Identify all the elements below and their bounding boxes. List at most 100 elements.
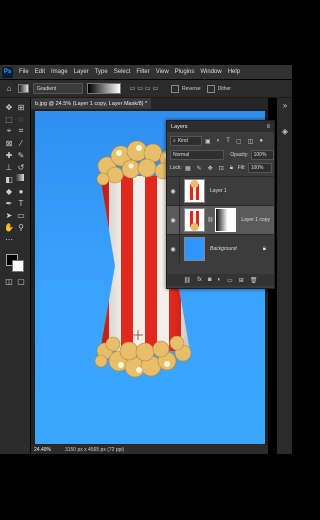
- healing-brush-icon[interactable]: ✚: [4, 150, 14, 160]
- layer-name[interactable]: Background: [210, 246, 237, 252]
- opacity-label: Opacity:: [230, 152, 249, 158]
- move-tool-icon[interactable]: ✥: [4, 102, 14, 112]
- dither-checkbox[interactable]: [206, 84, 215, 93]
- layer-name[interactable]: Layer 1 copy: [241, 217, 270, 223]
- folder-icon[interactable]: ▭: [227, 277, 233, 284]
- layers-panel-title[interactable]: Layers: [171, 124, 188, 130]
- crop-tool-icon[interactable]: ⌗: [16, 126, 26, 136]
- eye-icon[interactable]: ◉: [167, 177, 180, 205]
- search-icon: ⌕: [173, 138, 176, 144]
- path-select-icon[interactable]: ➤: [4, 210, 14, 220]
- hand-tool-icon[interactable]: ✋: [4, 222, 14, 232]
- zoom-tool-icon[interactable]: ⚲: [16, 222, 26, 232]
- layers-footer: ⛓ fx ◙ ◐ ▭ ⊞ 🗑︎: [167, 274, 274, 286]
- lock-row: Lock: ▦ ✎ ✥ ⊡ 🔒︎ Fill: 100%: [167, 163, 274, 173]
- adjustment-layer-icon[interactable]: ◐: [217, 277, 221, 283]
- document-tab[interactable]: b.jpg @ 24.5% (Layer 1 copy, Layer Mask/…: [31, 98, 152, 109]
- marquee-tool-icon[interactable]: ⬚: [4, 114, 14, 124]
- mask-icon[interactable]: ◙: [208, 277, 212, 283]
- reverse-label: Reverse: [182, 85, 201, 92]
- blend-row: Normal Opacity: 100%: [167, 150, 274, 160]
- blend-mode-select[interactable]: Normal: [170, 150, 225, 160]
- type-tool-icon[interactable]: T: [16, 198, 26, 208]
- trash-icon[interactable]: 🗑︎: [250, 277, 258, 284]
- layer-mask-thumbnail[interactable]: [215, 208, 237, 232]
- tools-panel: ✥ ⊞ ⬚ ◌ ⌖ ⌗ ⊠ ⁄ ✚ ✎ ⊥ ↺ ◧ ◆ ● ✒ T ➤ ▭ ✋ …: [0, 98, 30, 454]
- history-brush-icon[interactable]: ↺: [16, 162, 26, 172]
- menu-file[interactable]: File: [16, 69, 32, 75]
- eyedropper-icon[interactable]: ⁄: [16, 138, 26, 148]
- eraser-icon[interactable]: ◧: [4, 174, 14, 184]
- filter-kind-label: Kind: [177, 138, 188, 144]
- menu-select[interactable]: Select: [111, 69, 134, 75]
- options-bar: ⌂ Gradient ▭▭▭▭ Reverse Dither: [0, 80, 292, 98]
- layer-row-layer-1[interactable]: ◉ Layer 1: [167, 176, 274, 205]
- object-select-icon[interactable]: ⌖: [4, 126, 14, 136]
- pixel-filter-icon[interactable]: ▣: [205, 138, 211, 145]
- shape-filter-icon[interactable]: ▢: [236, 138, 242, 145]
- dodge-tool-icon[interactable]: ●: [16, 186, 26, 196]
- fill-label: Fill:: [237, 165, 246, 171]
- collapse-icon[interactable]: »: [280, 100, 290, 110]
- reverse-checkbox[interactable]: [171, 84, 179, 93]
- lock-artboard-icon[interactable]: ⊡: [219, 165, 224, 172]
- photoshop-logo: Ps: [2, 66, 13, 78]
- eye-icon[interactable]: ◉: [167, 235, 180, 263]
- zoom-level[interactable]: 24.49%: [34, 447, 51, 453]
- menu-view[interactable]: View: [153, 69, 172, 75]
- menu-type[interactable]: Type: [92, 69, 111, 75]
- menu-help[interactable]: Help: [225, 69, 243, 75]
- artboard-tool-icon[interactable]: ⊞: [16, 102, 26, 112]
- menu-filter[interactable]: Filter: [133, 69, 152, 75]
- gradient-preset-select[interactable]: Gradient: [33, 83, 83, 94]
- filter-toggle-icon[interactable]: ●: [259, 138, 263, 144]
- frame-tool-icon[interactable]: ⊠: [4, 138, 14, 148]
- layer-thumbnail: [184, 237, 205, 261]
- layer-row-background[interactable]: ◉ Background 🔒︎: [167, 234, 274, 263]
- layers-panel-icon[interactable]: ◈: [280, 126, 290, 136]
- lock-paint-icon[interactable]: ✎: [197, 165, 202, 172]
- lock-pixels-icon[interactable]: ▦: [185, 165, 191, 172]
- quick-mask-icon[interactable]: ◫: [4, 276, 14, 286]
- lock-position-icon[interactable]: ✥: [208, 165, 213, 172]
- rectangle-tool-icon[interactable]: ▭: [16, 210, 26, 220]
- more-tools-icon[interactable]: ⋯: [4, 234, 14, 244]
- layer-thumbnail: [184, 208, 205, 232]
- filter-kind-select[interactable]: ⌕ Kind: [170, 136, 202, 146]
- panel-menu-icon[interactable]: ≡: [266, 124, 270, 130]
- lock-label: Lock:: [170, 165, 182, 171]
- adjust-filter-icon[interactable]: ◐: [217, 138, 221, 144]
- gradient-tool-icon[interactable]: [16, 174, 24, 181]
- menu-edit[interactable]: Edit: [32, 69, 48, 75]
- gradient-swatch[interactable]: [87, 83, 121, 94]
- layers-panel: Layers ≡ ⌕ Kind ▣ ◐ T ▢ ◫ ● Normal Opaci…: [166, 120, 275, 289]
- brush-icon[interactable]: ✎: [16, 150, 26, 160]
- screen-mode-icon[interactable]: ▢: [16, 276, 26, 286]
- fx-icon[interactable]: fx: [197, 277, 202, 283]
- panel-dock: ◈ »: [277, 98, 292, 454]
- type-filter-icon[interactable]: T: [226, 138, 230, 144]
- lock-all-icon[interactable]: 🔒︎: [230, 165, 233, 172]
- blur-tool-icon[interactable]: ◆: [4, 186, 14, 196]
- home-icon[interactable]: ⌂: [4, 84, 14, 94]
- background-color[interactable]: [12, 260, 24, 272]
- menu-image[interactable]: Image: [48, 69, 71, 75]
- lasso-tool-icon[interactable]: ◌: [16, 114, 26, 124]
- gradient-style-icons[interactable]: ▭▭▭▭: [125, 84, 165, 94]
- menu-layer[interactable]: Layer: [71, 69, 92, 75]
- menu-plugins[interactable]: Plugins: [172, 69, 198, 75]
- clone-stamp-icon[interactable]: ⊥: [4, 162, 14, 172]
- fill-field[interactable]: 100%: [247, 163, 272, 173]
- pen-tool-icon[interactable]: ✒: [4, 198, 14, 208]
- filter-row: ⌕ Kind ▣ ◐ T ▢ ◫ ●: [167, 136, 274, 146]
- layer-row-layer-1-copy[interactable]: ◉ ⛓ Layer 1 copy: [167, 205, 274, 234]
- menu-window[interactable]: Window: [197, 69, 224, 75]
- opacity-field[interactable]: 100%: [250, 150, 274, 160]
- link-layers-icon[interactable]: ⛓: [184, 277, 192, 284]
- smart-filter-icon[interactable]: ◫: [248, 138, 254, 145]
- link-icon[interactable]: ⛓: [207, 217, 213, 223]
- gradient-tool-icon[interactable]: [18, 84, 29, 93]
- new-layer-icon[interactable]: ⊞: [239, 277, 244, 284]
- eye-icon[interactable]: ◉: [167, 206, 180, 234]
- layer-name[interactable]: Layer 1: [210, 188, 227, 194]
